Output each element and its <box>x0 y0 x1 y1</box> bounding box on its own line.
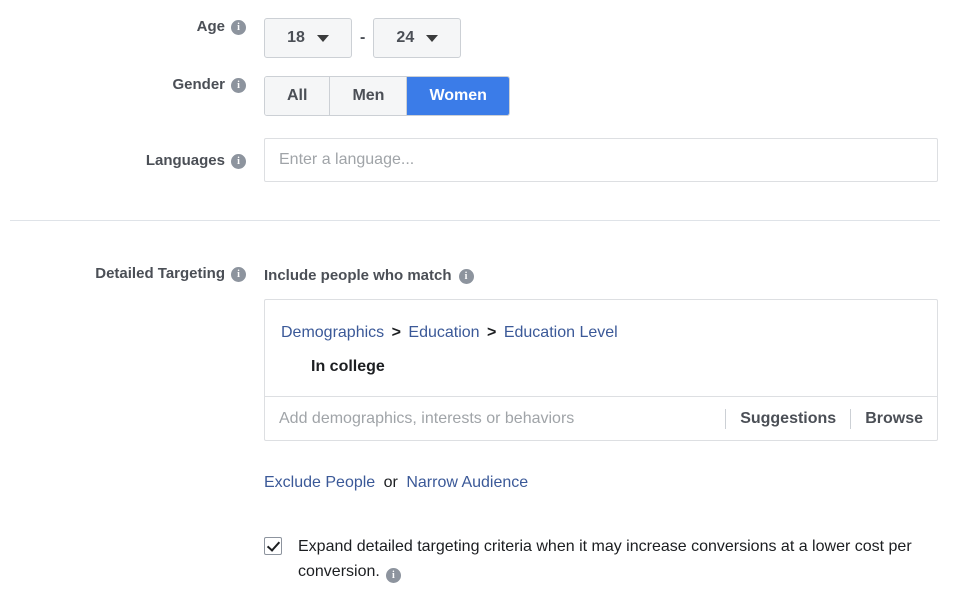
gender-option-all[interactable]: All <box>265 77 331 115</box>
detailed-targeting-label: Detailed Targeting <box>95 265 225 282</box>
breadcrumb-separator: > <box>487 324 497 341</box>
age-label-group: Age i <box>0 18 246 35</box>
breadcrumb-item-education-level[interactable]: Education Level <box>504 324 618 341</box>
suggestions-button[interactable]: Suggestions <box>740 410 836 428</box>
chevron-down-icon <box>316 34 329 42</box>
info-icon[interactable]: i <box>231 153 246 169</box>
expand-targeting-row: Expand detailed targeting criteria when … <box>264 534 944 584</box>
gender-option-women[interactable]: Women <box>407 77 509 115</box>
age-row: Age i 18 - 24 <box>0 18 462 58</box>
expand-targeting-label-group: Expand detailed targeting criteria when … <box>298 534 938 584</box>
age-min-select[interactable]: 18 <box>264 18 352 58</box>
targeting-search-row: Suggestions Browse <box>265 397 937 440</box>
targeting-selection-area: Demographics > Education > Education Lev… <box>265 300 937 397</box>
age-controls: 18 - 24 <box>264 18 462 58</box>
gender-segmented-control: All Men Women <box>264 76 510 116</box>
gender-label-group: Gender i <box>0 76 246 93</box>
age-range-separator: - <box>360 29 366 46</box>
audience-targeting-panel: Age i 18 - 24 Gender i All Men Women Lan… <box>0 0 956 610</box>
breadcrumb-item-demographics[interactable]: Demographics <box>281 324 384 341</box>
info-icon[interactable]: i <box>231 267 246 282</box>
info-icon[interactable]: i <box>231 78 246 93</box>
browse-button[interactable]: Browse <box>865 410 923 428</box>
languages-row: Languages i <box>0 138 938 182</box>
languages-label-group: Languages i <box>0 138 246 182</box>
gender-row: Gender i All Men Women <box>0 76 510 116</box>
divider-icon <box>850 408 852 429</box>
detailed-targeting-box: Demographics > Education > Education Lev… <box>264 299 938 441</box>
divider-icon <box>725 408 727 429</box>
breadcrumb-item-education[interactable]: Education <box>408 324 479 341</box>
section-divider <box>10 220 940 221</box>
audience-refine-links: Exclude People or Narrow Audience <box>264 474 528 492</box>
age-max-select[interactable]: 24 <box>373 18 462 58</box>
targeting-search-input[interactable] <box>279 409 712 428</box>
info-icon[interactable]: i <box>231 20 246 35</box>
gender-option-men[interactable]: Men <box>330 77 408 115</box>
info-icon[interactable]: i <box>385 568 401 583</box>
exclude-people-link[interactable]: Exclude People <box>264 474 375 491</box>
languages-input[interactable] <box>264 138 938 182</box>
include-people-heading: Include people who match <box>264 267 452 284</box>
breadcrumb: Demographics > Education > Education Lev… <box>281 322 921 344</box>
expand-targeting-checkbox[interactable] <box>264 537 282 555</box>
age-max-value: 24 <box>396 29 415 46</box>
age-label: Age <box>196 18 225 35</box>
languages-label: Languages <box>145 151 225 169</box>
breadcrumb-separator: > <box>391 324 401 341</box>
chevron-down-icon <box>426 34 439 42</box>
info-icon[interactable]: i <box>458 269 474 284</box>
detailed-targeting-row: Detailed Targeting i Include people who … <box>0 265 474 286</box>
include-people-heading-group: Include people who match i <box>264 265 474 286</box>
links-or-text: or <box>383 474 398 491</box>
gender-label: Gender <box>172 76 225 93</box>
age-min-value: 18 <box>287 29 305 46</box>
narrow-audience-link[interactable]: Narrow Audience <box>406 474 528 491</box>
selected-targeting-item[interactable]: In college <box>281 358 921 376</box>
detailed-targeting-label-group: Detailed Targeting i <box>0 265 246 282</box>
